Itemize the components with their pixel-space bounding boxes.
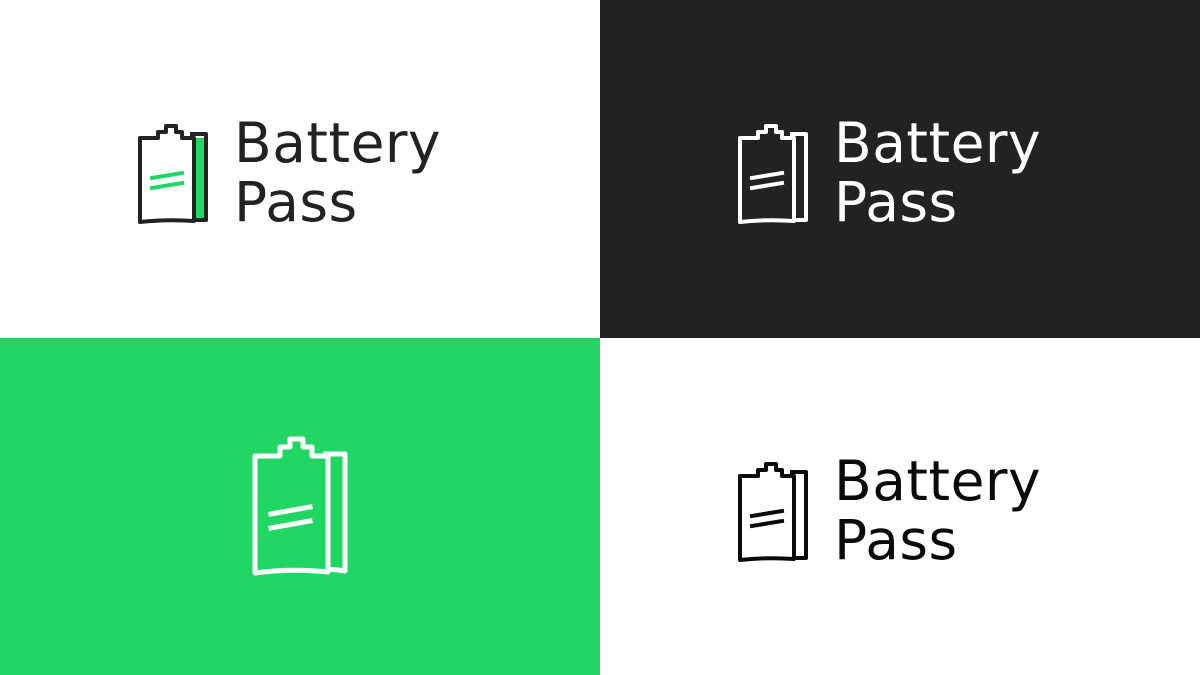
wordmark-line-1: Battery bbox=[234, 111, 442, 175]
wordmark: Battery Pass bbox=[234, 114, 441, 232]
logo-lockup: Battery Pass bbox=[736, 114, 1041, 232]
battery-pass-logo-icon bbox=[138, 124, 208, 224]
wordmark: Battery Pass bbox=[834, 114, 1041, 232]
wordmark-line-1: Battery bbox=[834, 449, 1042, 513]
logo-variants-grid: Battery Pass Battery Pass Battery Pass bbox=[0, 0, 1200, 675]
wordmark-line-2: Pass bbox=[834, 508, 958, 572]
logo-panel-color-on-white: Battery Pass bbox=[0, 0, 600, 338]
logo-lockup: Battery Pass bbox=[136, 114, 441, 232]
logo-panel-white-on-dark: Battery Pass bbox=[600, 0, 1200, 338]
wordmark-line-2: Pass bbox=[834, 170, 958, 234]
logo-panel-icon-on-green bbox=[0, 338, 600, 675]
wordmark-line-1: Battery bbox=[834, 111, 1042, 175]
logo-lockup: Battery Pass bbox=[736, 452, 1041, 570]
logo-panel-black-on-white: Battery Pass bbox=[600, 338, 1200, 675]
battery-pass-logo-icon bbox=[252, 436, 348, 576]
battery-pass-logo-icon bbox=[738, 124, 808, 224]
wordmark-line-2: Pass bbox=[234, 170, 358, 234]
battery-pass-logo-icon bbox=[738, 462, 808, 562]
wordmark: Battery Pass bbox=[834, 452, 1041, 570]
